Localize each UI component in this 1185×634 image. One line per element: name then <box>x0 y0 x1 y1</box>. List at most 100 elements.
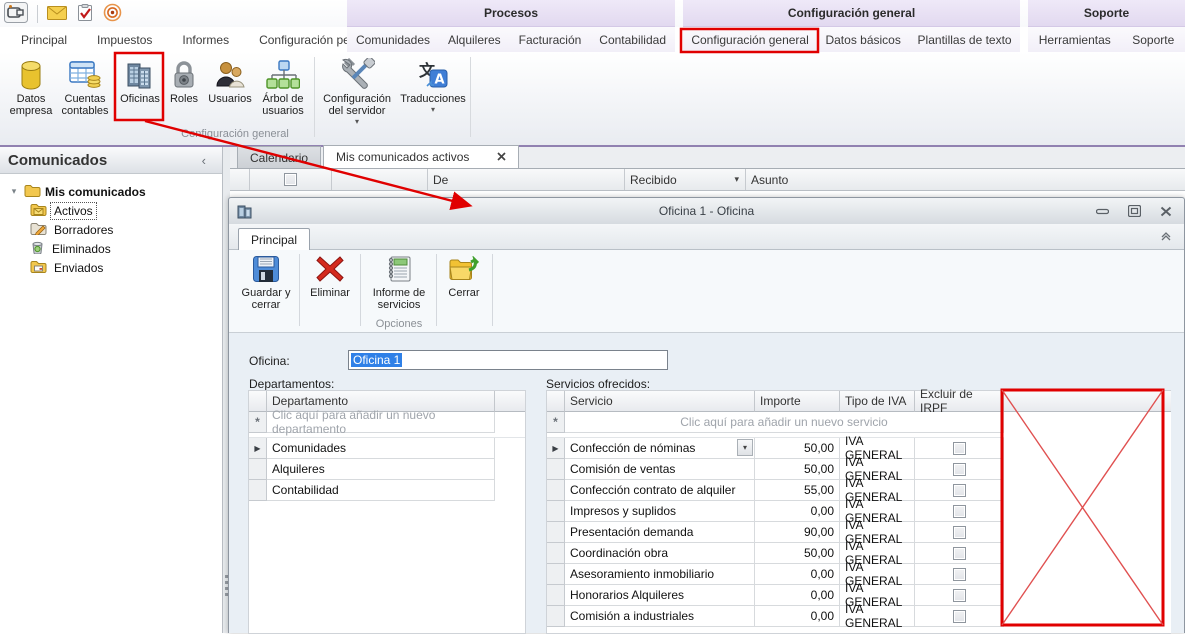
excluir-irpf-cell[interactable] <box>915 606 1004 627</box>
column-header-asunto[interactable]: Asunto <box>746 169 1185 190</box>
servicio-cell[interactable]: Comisión de ventas <box>565 459 755 480</box>
importe-cell[interactable]: 50,00 <box>755 438 840 459</box>
tab-calendario[interactable]: Calendario <box>237 146 321 168</box>
sort-dropdown-icon[interactable]: ▾ <box>734 174 739 185</box>
ribbon-tab-facturacion[interactable]: Facturación <box>513 33 588 47</box>
excluir-irpf-checkbox[interactable] <box>953 526 966 539</box>
servicio-cell[interactable]: Honorarios Alquileres <box>565 585 755 606</box>
departamento-row[interactable]: Contabilidad <box>249 480 495 501</box>
servicio-row[interactable]: Comisión a industriales 0,00 IVA GENERAL <box>547 606 1004 627</box>
ribbon-tab-herramientas[interactable]: Herramientas <box>1033 33 1117 47</box>
servicio-row[interactable]: Honorarios Alquileres 0,00 IVA GENERAL <box>547 585 1004 606</box>
importe-cell[interactable]: 0,00 <box>755 564 840 585</box>
excluir-irpf-checkbox[interactable] <box>953 568 966 581</box>
servicio-row[interactable]: Impresos y suplidos 0,00 IVA GENERAL <box>547 501 1004 522</box>
importe-cell[interactable]: 0,00 <box>755 585 840 606</box>
select-all-column-header[interactable] <box>250 169 332 190</box>
servicio-cell[interactable]: Impresos y suplidos <box>565 501 755 522</box>
select-all-checkbox[interactable] <box>284 173 297 186</box>
cerrar-button[interactable]: Cerrar <box>440 253 488 299</box>
tasks-icon[interactable] <box>76 4 94 25</box>
servicio-cell[interactable]: Asesoramiento inmobiliario <box>565 564 755 585</box>
departamento-row[interactable]: ▶ Comunidades <box>249 438 495 459</box>
departamento-row[interactable]: Alquileres <box>249 459 495 480</box>
departamentos-new-row[interactable]: * Clic aquí para añadir un nuevo departa… <box>249 412 525 433</box>
informe-de-servicios-button[interactable]: Informe de servicios <box>364 253 434 311</box>
excluir-irpf-checkbox[interactable] <box>953 505 966 518</box>
eliminar-button[interactable]: Eliminar <box>303 253 357 299</box>
importe-cell[interactable]: 50,00 <box>755 459 840 480</box>
servicio-row[interactable]: Presentación demanda 90,00 IVA GENERAL <box>547 522 1004 543</box>
excluir-irpf-cell[interactable] <box>915 564 1004 585</box>
servicio-cell[interactable]: Presentación demanda <box>565 522 755 543</box>
importe-cell[interactable]: 50,00 <box>755 543 840 564</box>
servicio-row[interactable]: ▶ Confección de nóminas 50,00 IVA GENERA… <box>547 438 1004 459</box>
ribbon-tab-impuestos[interactable]: Impuestos <box>82 33 167 47</box>
collapse-panel-icon[interactable]: ‹ <box>202 153 214 168</box>
excluir-irpf-cell[interactable] <box>915 459 1004 480</box>
servicio-cell[interactable]: Confección contrato de alquiler <box>565 480 755 501</box>
tree-expander-icon[interactable]: ▾ <box>8 186 20 197</box>
ribbon-tab-principal[interactable]: Principal <box>6 33 82 47</box>
servicio-cell[interactable]: Coordinación obra <box>565 543 755 564</box>
servicio-row[interactable]: Asesoramiento inmobiliario 0,00 IVA GENE… <box>547 564 1004 585</box>
app-menu-icon[interactable] <box>4 2 28 26</box>
excluir-irpf-checkbox[interactable] <box>953 442 966 455</box>
tree-root-mis-comunicados[interactable]: ▾ Mis comunicados <box>8 182 222 201</box>
departamento-cell[interactable]: Alquileres <box>267 459 495 480</box>
cuentas-contables-button[interactable]: Cuentas contables <box>58 56 112 117</box>
tipo-iva-cell[interactable]: IVA GENERAL <box>840 606 915 627</box>
tab-mis-comunicados-activos[interactable]: Mis comunicados activos <box>323 145 519 168</box>
broadcast-icon[interactable] <box>103 3 122 25</box>
excluir-irpf-cell[interactable] <box>915 480 1004 501</box>
ribbon-tab-contabilidad[interactable]: Contabilidad <box>593 33 672 47</box>
servicio-cell[interactable]: Comisión a industriales <box>565 606 755 627</box>
sidebar-item-borradores[interactable]: Borradores <box>30 220 222 239</box>
excluir-irpf-checkbox[interactable] <box>953 589 966 602</box>
departamento-cell[interactable]: Contabilidad <box>267 480 495 501</box>
usuarios-button[interactable]: Usuarios <box>206 56 254 105</box>
excluir-irpf-cell[interactable] <box>915 585 1004 606</box>
excluir-irpf-cell[interactable] <box>915 543 1004 564</box>
importe-cell[interactable]: 90,00 <box>755 522 840 543</box>
maximize-button[interactable] <box>1126 204 1142 218</box>
servicio-cell[interactable]: Confección de nóminas <box>565 438 755 459</box>
collapse-ribbon-icon[interactable] <box>1160 232 1172 244</box>
roles-button[interactable]: Roles <box>166 56 202 105</box>
departamento-cell[interactable]: Comunidades <box>267 438 495 459</box>
excluir-irpf-cell[interactable] <box>915 522 1004 543</box>
servicio-row[interactable]: Comisión de ventas 50,00 IVA GENERAL <box>547 459 1004 480</box>
sidebar-item-activos[interactable]: Activos <box>30 201 222 220</box>
importe-cell[interactable]: 0,00 <box>755 501 840 522</box>
close-button[interactable] <box>1158 204 1174 218</box>
column-header-tipo-iva[interactable]: Tipo de IVA <box>840 391 915 412</box>
column-header-recibido[interactable]: Recibido▾ <box>625 169 746 190</box>
arbol-de-usuarios-button[interactable]: Árbol de usuarios <box>258 56 308 117</box>
oficina-input[interactable]: Oficina 1 <box>348 350 668 370</box>
datos-empresa-button[interactable]: Datos empresa <box>6 56 56 117</box>
servicios-new-row[interactable]: * Clic aquí para añadir un nuevo servici… <box>547 412 1171 433</box>
ribbon-tab-informes[interactable]: Informes <box>167 33 244 47</box>
excluir-irpf-checkbox[interactable] <box>953 484 966 497</box>
column-header-de[interactable]: De <box>428 169 625 190</box>
configuracion-del-servidor-button[interactable]: Configuración del servidor ▾ <box>320 56 394 126</box>
excluir-irpf-checkbox[interactable] <box>953 463 966 476</box>
excluir-irpf-checkbox[interactable] <box>953 610 966 623</box>
excluir-irpf-checkbox[interactable] <box>953 547 966 560</box>
ribbon-tab-alquileres[interactable]: Alquileres <box>442 33 507 47</box>
tab-principal[interactable]: Principal <box>238 228 310 251</box>
close-tab-icon[interactable] <box>497 150 506 164</box>
servicio-row[interactable]: Confección contrato de alquiler 55,00 IV… <box>547 480 1004 501</box>
column-header-excluir-irpf[interactable]: Excluir de IRPF <box>915 391 1004 412</box>
sidebar-item-eliminados[interactable]: Eliminados <box>30 239 222 258</box>
importe-cell[interactable]: 55,00 <box>755 480 840 501</box>
column-header-servicio[interactable]: Servicio <box>565 391 755 412</box>
importe-cell[interactable]: 0,00 <box>755 606 840 627</box>
excluir-irpf-cell[interactable] <box>915 501 1004 522</box>
icon-column-header[interactable] <box>332 169 428 190</box>
dialog-title-bar[interactable]: Oficina 1 - Oficina <box>229 198 1184 225</box>
oficinas-button[interactable]: Oficinas <box>118 56 162 105</box>
ribbon-tab-configuracion-general[interactable]: Configuración general <box>685 33 814 47</box>
excluir-irpf-cell[interactable] <box>915 438 1004 459</box>
sidebar-item-enviados[interactable]: Enviados <box>30 258 222 277</box>
